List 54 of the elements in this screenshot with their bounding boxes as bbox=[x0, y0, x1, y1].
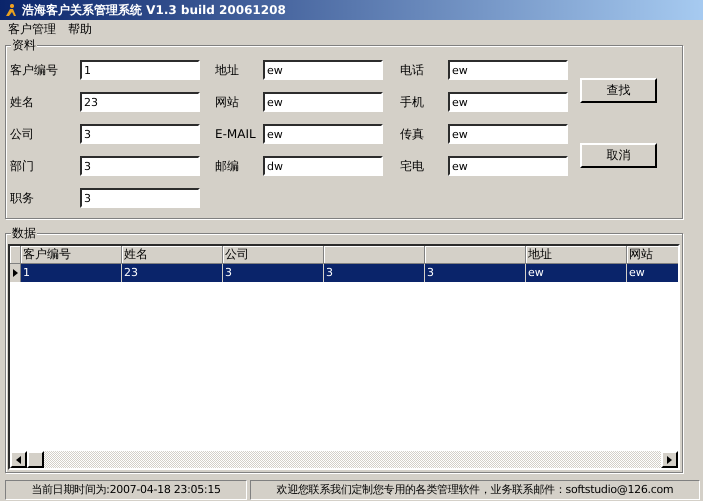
window-title: 浩海客户关系管理系统 V1.3 build 20061208 bbox=[22, 2, 286, 18]
scroll-left-icon bbox=[16, 456, 21, 464]
field-label: 宅电 bbox=[400, 158, 425, 174]
text-field[interactable]: 23 bbox=[80, 92, 200, 112]
table-cell: 1 bbox=[21, 264, 122, 282]
field-label: 地址 bbox=[215, 62, 240, 78]
field-label: 电话 bbox=[400, 62, 425, 78]
field-label: 手机 bbox=[400, 94, 425, 110]
field-label: 职务 bbox=[10, 190, 35, 206]
column-header[interactable]: 客户编号 bbox=[21, 246, 122, 264]
field-label: E-MAIL bbox=[215, 127, 257, 141]
table-cell: 3 bbox=[223, 264, 324, 282]
text-field[interactable]: 1 bbox=[80, 60, 200, 80]
field-label: 公司 bbox=[10, 126, 35, 142]
text-field[interactable]: ew bbox=[448, 92, 568, 112]
text-field[interactable]: ew bbox=[448, 60, 568, 80]
column-header[interactable]: 地址 bbox=[526, 246, 627, 264]
field-label: 姓名 bbox=[10, 94, 35, 110]
table-cell: ew bbox=[627, 264, 678, 282]
table-cell: 3 bbox=[324, 264, 425, 282]
text-field[interactable]: dw bbox=[263, 156, 383, 176]
text-field[interactable]: ew bbox=[448, 124, 568, 144]
status-panel: 欢迎您联系我们定制您专用的各类管理软件，业务联系邮件：softstudio@126.com bbox=[250, 480, 700, 500]
text-field[interactable]: 3 bbox=[80, 188, 200, 208]
text-field[interactable]: 3 bbox=[80, 156, 200, 176]
menu-item[interactable]: 客户管理 bbox=[8, 21, 56, 38]
status-panel: 当前日期时间为:2007-04-18 23:05:15 bbox=[5, 480, 247, 500]
column-header[interactable]: 姓名 bbox=[122, 246, 223, 264]
column-header[interactable] bbox=[425, 246, 526, 264]
field-label: 邮编 bbox=[215, 158, 240, 174]
row-pointer-icon bbox=[12, 269, 18, 277]
text-field[interactable]: ew bbox=[263, 124, 383, 144]
column-header[interactable] bbox=[324, 246, 425, 264]
action-button[interactable]: 取消 bbox=[580, 143, 657, 168]
group-title: 资料 bbox=[11, 38, 37, 52]
app-icon bbox=[4, 3, 18, 17]
scroll-right-icon bbox=[667, 456, 672, 464]
field-label: 部门 bbox=[10, 158, 35, 174]
table-cell: ew bbox=[526, 264, 627, 282]
table-cell: 3 bbox=[425, 264, 526, 282]
text-field[interactable]: 3 bbox=[80, 124, 200, 144]
scroll-thumb[interactable] bbox=[27, 451, 44, 468]
group-title: 数据 bbox=[11, 226, 37, 240]
text-field[interactable]: ew bbox=[263, 92, 383, 112]
table-cell: 23 bbox=[122, 264, 223, 282]
text-field[interactable]: ew bbox=[448, 156, 568, 176]
action-button[interactable]: 查找 bbox=[580, 78, 657, 103]
table-row[interactable]: 1 23 3 3 3 ew ew bbox=[10, 264, 678, 282]
field-label: 客户编号 bbox=[10, 62, 59, 78]
column-header[interactable]: 公司 bbox=[223, 246, 324, 264]
text-field[interactable]: ew bbox=[263, 60, 383, 80]
field-label: 网站 bbox=[215, 94, 240, 110]
menu-item[interactable]: 帮助 bbox=[68, 21, 92, 38]
field-label: 传真 bbox=[400, 126, 425, 142]
